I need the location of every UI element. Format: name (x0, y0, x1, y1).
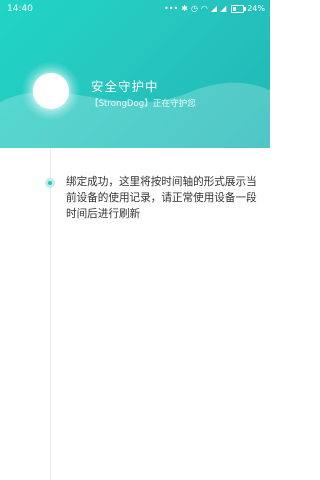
dots-icon: ••• (164, 4, 179, 13)
timeline-message: 绑定成功，这里将按时间轴的形式展示当前设备的使用记录，请正常使用设备一段时间后进… (66, 176, 257, 220)
battery-icon (231, 5, 247, 13)
timeline-dot-icon (45, 178, 55, 188)
status-icons: ••• ✱ ◷ ◠ ◢ ◢ 24% (164, 0, 265, 18)
signal-icon: ◢ (210, 4, 218, 13)
page-subtitle: 【StrongDog】正在守护您 (90, 99, 196, 109)
page-title: 安全守护中 (91, 79, 159, 94)
wifi-icon: ◠ (200, 4, 208, 13)
status-bar: 14:40 ••• ✱ ◷ ◠ ◢ ◢ 24% (0, 0, 270, 18)
timeline-dot-core (48, 181, 52, 185)
screen: 14:40 ••• ✱ ◷ ◠ ◢ ◢ 24% 安全守护中 【StrongDog… (0, 0, 270, 480)
timeline-line (50, 148, 51, 480)
bluetooth-icon: ✱ (181, 4, 188, 13)
status-time: 14:40 (7, 4, 33, 14)
signal-icon: ◢ (220, 4, 227, 13)
clock-icon: ◷ (190, 4, 198, 13)
guard-orb-icon (33, 73, 69, 109)
header-banner: 14:40 ••• ✱ ◷ ◠ ◢ ◢ 24% 安全守护中 【StrongDog… (0, 0, 270, 148)
battery-percent: 24% (247, 4, 265, 13)
